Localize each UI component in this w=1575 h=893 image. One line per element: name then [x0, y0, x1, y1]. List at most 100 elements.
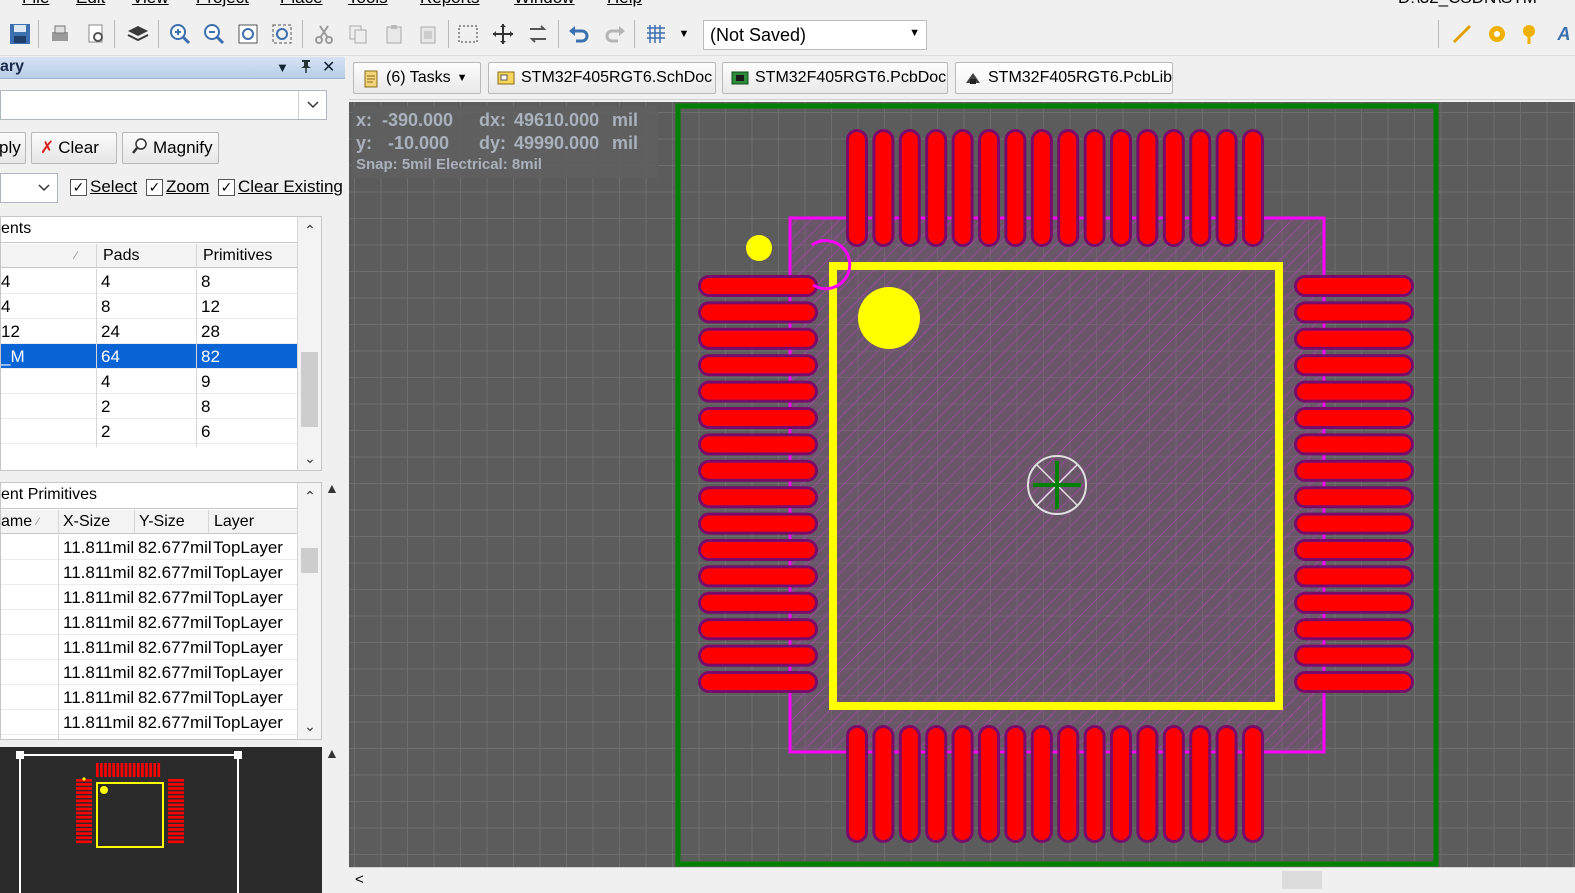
panel-menu-icon[interactable]: ▼ — [276, 60, 289, 75]
cell-primitives: 8 — [201, 397, 211, 416]
redo-icon[interactable] — [603, 22, 627, 46]
scroll-left-icon[interactable]: < — [355, 871, 364, 888]
table-row[interactable]: 12 24 28 — [1, 319, 297, 344]
minimap-pad — [168, 799, 184, 803]
zoom-fit-icon[interactable] — [236, 22, 260, 46]
paste-icon[interactable] — [382, 22, 406, 46]
col-name[interactable]: ame — [1, 513, 32, 531]
minimap-canvas — [0, 747, 322, 893]
cell-ysize: 82.677mil — [138, 688, 212, 707]
zoom-checkbox[interactable]: ✓ Zoom — [146, 177, 209, 197]
table-row[interactable]: 2 6 — [1, 419, 297, 444]
pad — [1007, 728, 1024, 840]
canvas-hscrollbar[interactable]: < — [349, 867, 1575, 893]
copy-icon[interactable] — [346, 22, 370, 46]
col-primitives[interactable]: Primitives — [203, 247, 272, 265]
chevron-down-icon[interactable] — [31, 174, 57, 202]
pad — [981, 132, 997, 244]
mask-combo[interactable] — [0, 173, 58, 203]
minimap[interactable] — [0, 747, 322, 893]
collapse-up-icon[interactable]: ▲ — [325, 480, 339, 496]
col-layer[interactable]: Layer — [214, 513, 254, 531]
table-row[interactable]: 11.811mil 82.677mil TopLayer — [1, 585, 297, 610]
scroll-thumb[interactable] — [301, 352, 318, 427]
place-line-icon[interactable] — [1450, 22, 1474, 46]
zoom-in-icon[interactable] — [168, 22, 192, 46]
undo-icon[interactable] — [567, 22, 591, 46]
move-icon[interactable] — [491, 22, 515, 46]
col-xsize[interactable]: X-Size — [63, 513, 110, 531]
chevron-down-icon[interactable]: ▼ — [457, 72, 468, 84]
zoom-out-icon[interactable] — [202, 22, 226, 46]
minimap-pad — [108, 763, 111, 777]
place-via-icon[interactable] — [1519, 22, 1543, 46]
menu-project[interactable]: Project — [196, 0, 249, 8]
table-row[interactable]: 11.811mil 82.677mil TopLayer — [1, 610, 297, 635]
scroll-down-icon[interactable]: ⌄ — [298, 447, 322, 469]
pad — [928, 728, 945, 840]
table-row-selected[interactable]: _M 64 82 — [1, 344, 297, 369]
table-row[interactable]: 11.811mil 82.677mil TopLayer — [1, 560, 297, 585]
table-row[interactable]: 11.811mil 82.677mil TopLayer — [1, 635, 297, 660]
pcb-canvas[interactable] — [349, 102, 1575, 867]
pin-icon[interactable] — [298, 57, 314, 78]
table-row[interactable]: 4 4 8 — [1, 269, 297, 294]
pad — [1060, 728, 1077, 840]
table-row[interactable]: 4 8 12 — [1, 294, 297, 319]
print-preview-icon[interactable] — [84, 22, 108, 46]
tab-pcbdoc[interactable]: STM32F405RGT6.PcbDoc — [722, 62, 948, 94]
menu-tools[interactable]: Tools — [348, 0, 388, 8]
table-row[interactable]: 11.811mil 82.677mil TopLayer — [1, 685, 297, 710]
tab-tasks[interactable]: (6) Tasks ▼ — [353, 62, 481, 94]
chevron-down-icon[interactable] — [298, 91, 326, 119]
table-row[interactable]: 2 8 — [1, 394, 297, 419]
menu-help[interactable]: Help — [607, 0, 642, 8]
clear-button[interactable]: ✗ Clear — [31, 132, 117, 164]
menu-reports[interactable]: Reports — [420, 0, 480, 8]
place-string-icon[interactable]: A — [1552, 22, 1575, 46]
table-row[interactable]: 11.811mil 82.677mil TopLayer — [1, 535, 297, 560]
components-scrollbar[interactable]: ⌃ ⌄ — [297, 217, 321, 470]
print-icon[interactable] — [48, 22, 72, 46]
select-checkbox[interactable]: ✓ Select — [70, 177, 137, 197]
scroll-down-icon[interactable]: ⌄ — [298, 715, 322, 737]
magnify-button[interactable]: Magnify — [122, 132, 219, 164]
menu-file[interactable]: File — [22, 0, 49, 8]
grid-dropdown-icon[interactable]: ▼ — [672, 22, 696, 46]
scroll-up-icon[interactable]: ⌃ — [298, 485, 322, 507]
col-ysize[interactable]: Y-Size — [139, 513, 185, 531]
deselect-icon[interactable] — [526, 22, 550, 46]
table-row[interactable]: 4 9 — [1, 369, 297, 394]
layers-icon[interactable] — [126, 22, 150, 46]
library-filter-combo[interactable] — [0, 90, 327, 120]
paste-special-icon[interactable] — [416, 22, 440, 46]
pad — [954, 728, 971, 840]
menu-window[interactable]: Window — [514, 0, 574, 8]
primitives-scrollbar[interactable]: ⌃ ⌄ — [297, 483, 321, 739]
tab-pcbdoc-label: STM32F405RGT6.PcbDoc — [755, 69, 947, 86]
tab-schdoc[interactable]: STM32F405RGT6.SchDoc — [488, 62, 716, 94]
select-area-icon[interactable] — [456, 22, 480, 46]
minimap-pad — [112, 763, 115, 777]
menu-place[interactable]: Place — [280, 0, 323, 8]
scroll-thumb[interactable] — [1282, 871, 1322, 889]
minimap-pad — [76, 799, 92, 803]
place-pad-icon[interactable] — [1485, 22, 1509, 46]
clear-existing-checkbox[interactable]: ✓ Clear Existing — [218, 177, 343, 197]
save-icon[interactable] — [8, 22, 32, 46]
apply-button[interactable]: ply — [0, 132, 26, 164]
close-icon[interactable]: ✕ — [322, 57, 335, 77]
col-pads[interactable]: Pads — [103, 247, 139, 265]
zoom-selected-icon[interactable] — [270, 22, 294, 46]
collapse-up-icon[interactable]: ▲ — [325, 745, 339, 761]
table-row[interactable]: 11.811mil 82.677mil TopLayer — [1, 710, 297, 735]
scroll-up-icon[interactable]: ⌃ — [298, 219, 322, 241]
grid-icon[interactable] — [644, 22, 668, 46]
scroll-thumb[interactable] — [301, 548, 318, 573]
table-row[interactable]: 11.811mil 82.677mil TopLayer — [1, 660, 297, 685]
view-config-combo[interactable]: (Not Saved) ▼ — [703, 20, 927, 50]
cut-icon[interactable] — [312, 22, 336, 46]
tab-pcblib[interactable]: STM32F405RGT6.PcbLib — [955, 62, 1173, 94]
menu-edit[interactable]: Edit — [76, 0, 105, 8]
menu-view[interactable]: View — [132, 0, 169, 8]
